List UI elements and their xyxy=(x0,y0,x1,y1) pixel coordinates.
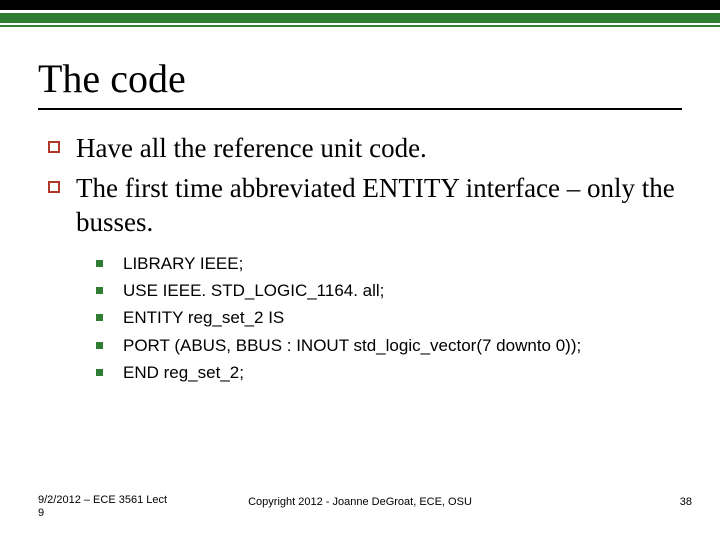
code-list: LIBRARY IEEE; USE IEEE. STD_LOGIC_1164. … xyxy=(38,253,682,383)
code-line: PORT (ABUS, BBUS : INOUT std_logic_vecto… xyxy=(123,335,581,357)
list-item: The first time abbreviated ENTITY interf… xyxy=(48,172,682,240)
filled-square-icon xyxy=(96,342,103,349)
filled-square-icon xyxy=(96,314,103,321)
list-item: PORT (ABUS, BBUS : INOUT std_logic_vecto… xyxy=(96,335,682,357)
filled-square-icon xyxy=(96,260,103,267)
list-item: Have all the reference unit code. xyxy=(48,132,682,166)
filled-square-icon xyxy=(96,369,103,376)
border-green-thick xyxy=(0,13,720,23)
bullet-list: Have all the reference unit code. The fi… xyxy=(38,132,682,239)
top-border xyxy=(0,0,720,27)
code-line: LIBRARY IEEE; xyxy=(123,253,243,275)
slide-number: 38 xyxy=(680,496,692,508)
code-line: END reg_set_2; xyxy=(123,362,244,384)
bullet-text: The first time abbreviated ENTITY interf… xyxy=(76,172,682,240)
slide-content: The code Have all the reference unit cod… xyxy=(0,27,720,384)
title-underline xyxy=(38,108,682,110)
list-item: USE IEEE. STD_LOGIC_1164. all; xyxy=(96,280,682,302)
code-line: ENTITY reg_set_2 IS xyxy=(123,307,284,329)
border-black xyxy=(0,0,720,10)
list-item: LIBRARY IEEE; xyxy=(96,253,682,275)
footer-copyright: Copyright 2012 - Joanne DeGroat, ECE, OS… xyxy=(0,496,720,508)
bullet-text: Have all the reference unit code. xyxy=(76,132,427,166)
hollow-square-icon xyxy=(48,181,60,193)
filled-square-icon xyxy=(96,287,103,294)
hollow-square-icon xyxy=(48,141,60,153)
list-item: END reg_set_2; xyxy=(96,362,682,384)
list-item: ENTITY reg_set_2 IS xyxy=(96,307,682,329)
slide-title: The code xyxy=(38,55,682,102)
code-line: USE IEEE. STD_LOGIC_1164. all; xyxy=(123,280,384,302)
